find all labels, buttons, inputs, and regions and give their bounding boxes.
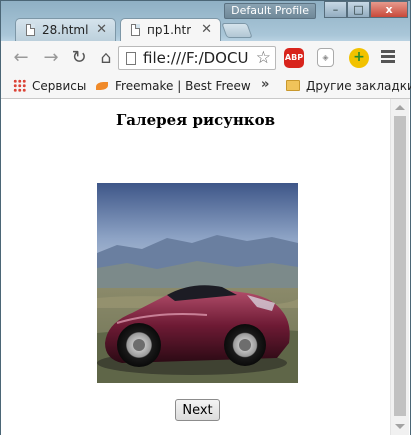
bookmarks-overflow-chevron[interactable]: » [261, 77, 269, 92]
reload-icon[interactable]: ↻ [69, 48, 89, 68]
url-input[interactable] [143, 48, 255, 68]
page-viewport: Галерея рисунков Next [1, 99, 410, 435]
bookmark-label: Сервисы [32, 79, 87, 93]
adblock-plus-icon[interactable]: ABP [284, 48, 304, 68]
bookmarks-bar: Сервисы Freemake | Best Freew » Другие з… [1, 74, 411, 99]
bookmark-other-folder[interactable]: Другие закладки [286, 79, 411, 93]
scrollbar-thumb[interactable] [394, 116, 406, 416]
back-arrow-icon[interactable]: ← [11, 48, 31, 68]
tab-label: 28.html [42, 23, 89, 37]
tab-pr1-html[interactable]: пр1.html ✕ [120, 18, 221, 42]
freemake-icon [96, 82, 108, 90]
forward-arrow-icon[interactable]: → [41, 48, 61, 68]
vertical-scrollbar[interactable] [390, 99, 409, 435]
bookmark-apps[interactable]: Сервисы [13, 79, 86, 93]
page-content: Галерея рисунков Next [1, 99, 390, 435]
bookmark-label: Freemake | Best Freew [115, 79, 251, 93]
scroll-down-arrow-icon[interactable] [395, 424, 405, 429]
bookmark-label: Другие закладки [306, 79, 411, 93]
tab-strip: 28.html ✕ пр1.html ✕ [1, 15, 410, 42]
home-icon[interactable]: ⌂ [96, 48, 116, 68]
plus-extension-icon[interactable]: + [349, 48, 369, 68]
folder-icon [286, 80, 300, 91]
page-icon [131, 24, 140, 36]
car-photo-icon [97, 183, 298, 383]
next-button[interactable]: Next [175, 399, 220, 421]
bookmark-freemake[interactable]: Freemake | Best Freew [96, 79, 251, 93]
browser-menu-icon[interactable] [381, 50, 395, 65]
apps-grid-icon [13, 79, 26, 92]
tab-label: пр1.html [147, 23, 191, 37]
new-tab-button[interactable] [221, 23, 253, 38]
browser-window: Default Profile – □ x 28.html ✕ пр1.html… [0, 0, 411, 435]
page-icon [26, 24, 35, 36]
shield-extension-icon[interactable]: ◈ [317, 48, 334, 67]
tab-close-icon[interactable]: ✕ [96, 22, 107, 37]
page-title: Галерея рисунков [115, 111, 276, 129]
tab-28-html[interactable]: 28.html ✕ [15, 18, 116, 41]
tab-close-icon[interactable]: ✕ [201, 22, 212, 37]
address-bar[interactable]: ☆ [118, 46, 276, 70]
page-info-icon[interactable] [126, 52, 136, 65]
browser-toolbar: ← → ↻ ⌂ ☆ ABP ◈ + [1, 41, 410, 74]
scroll-up-arrow-icon[interactable] [395, 105, 405, 110]
gallery-image [97, 183, 298, 383]
bookmark-star-icon[interactable]: ☆ [256, 48, 271, 68]
